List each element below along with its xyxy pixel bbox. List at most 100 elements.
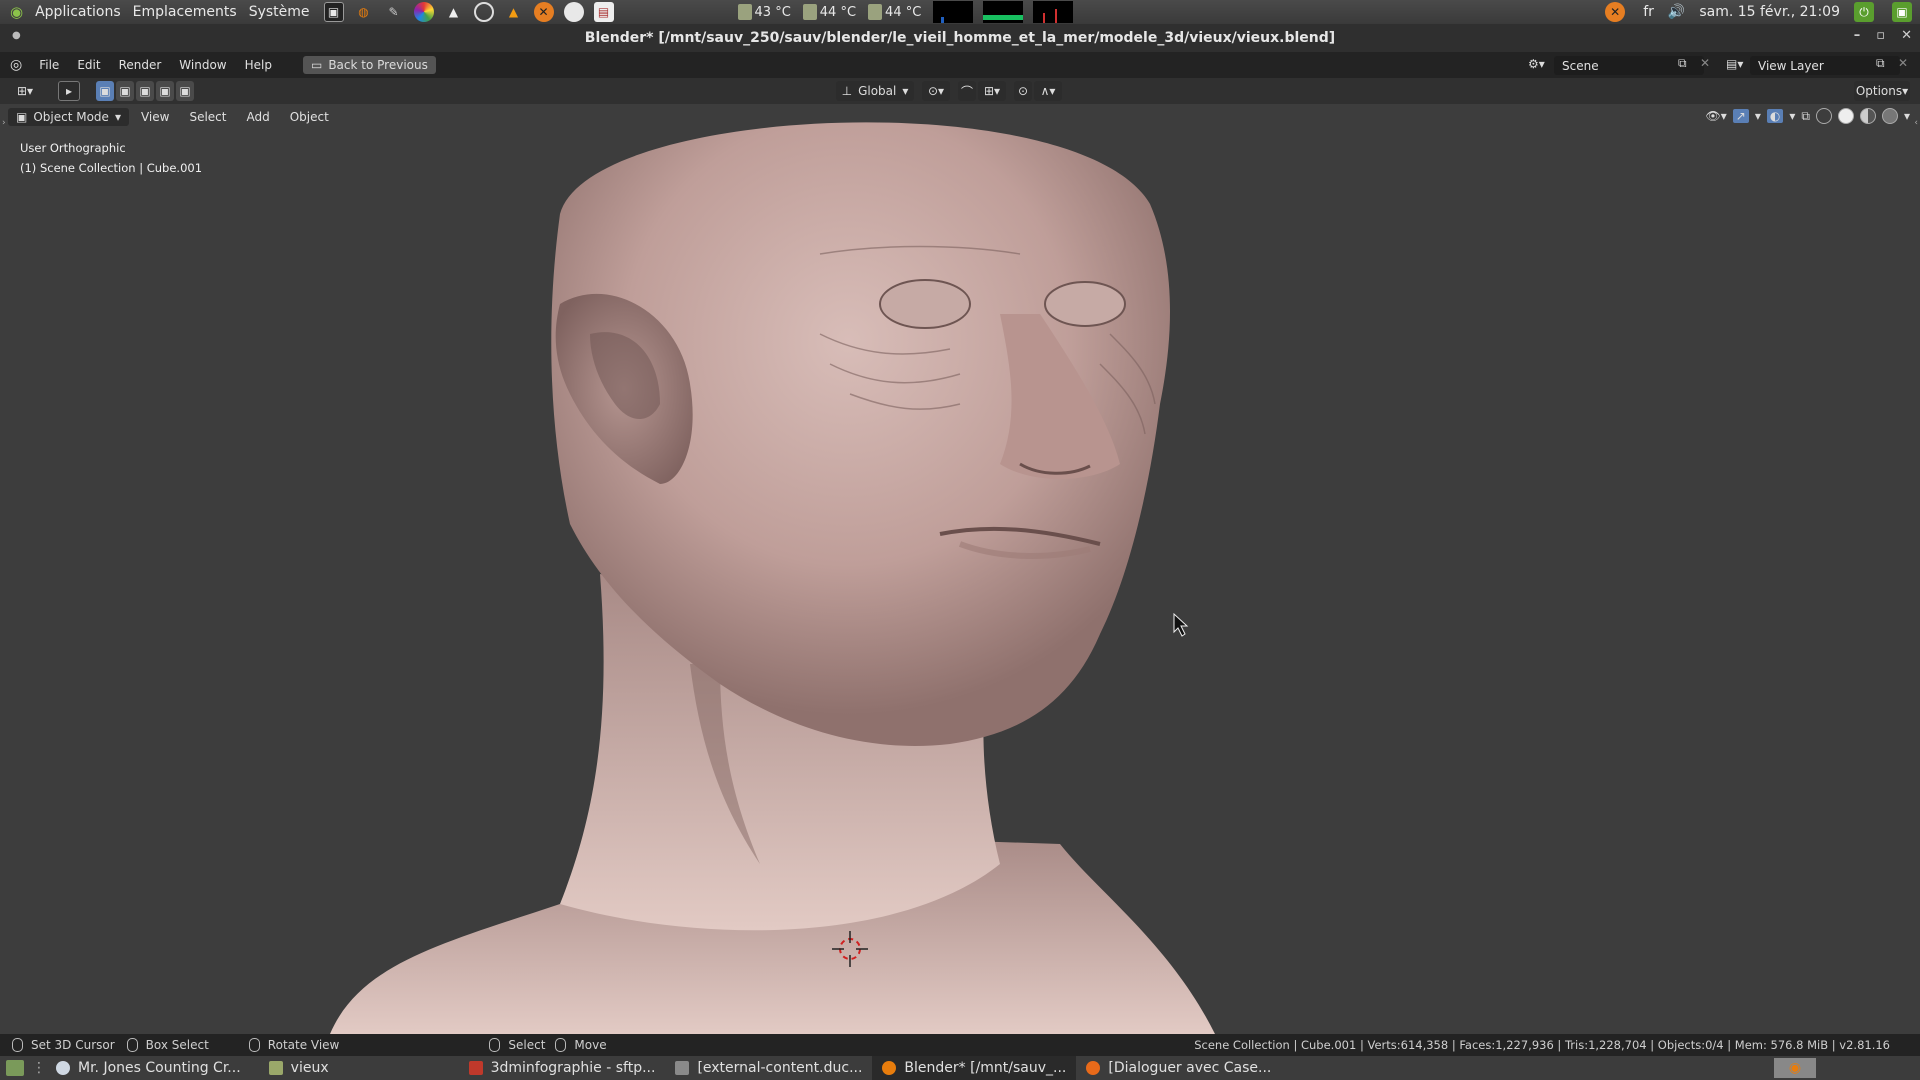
gizmo-toggle-icon[interactable]: ↗ [1732,109,1749,123]
task-music-player[interactable]: Mr. Jones Counting Cr... [46,1056,251,1080]
blender-logo-icon[interactable]: ◎ [10,57,22,73]
toolbar-expand-icon[interactable]: › [2,118,6,128]
material-shading-icon[interactable] [1859,108,1876,124]
proportional-edit-toggle[interactable]: ⊙ [1014,81,1032,101]
scene-statistics: Scene Collection | Cube.001 | Verts:614,… [1194,1038,1890,1052]
inkscape-launcher-icon[interactable]: ▲ [444,2,464,22]
menu-file[interactable]: File [30,58,68,72]
task-folder-vieux[interactable]: vieux [259,1056,339,1080]
notification-icon[interactable]: ✕ [1605,2,1626,22]
launcher-icons: ▣ ◍ ✎ ▲ ▲ ✕ ▤ [323,0,618,24]
menu-edit[interactable]: Edit [68,58,109,72]
window-title-bar[interactable]: ● Blender* [/mnt/sauv_250/sauv/blender/l… [0,24,1920,52]
hint-label: Select [508,1038,546,1052]
screen-icon: ▭ [310,58,323,72]
user-switch-icon[interactable]: ▣ [1892,2,1912,22]
back-to-previous-label: Back to Previous [328,58,428,72]
obs-launcher-icon[interactable] [473,2,494,22]
vlc-launcher-icon[interactable]: ▲ [504,2,524,22]
menu-select[interactable]: Select [181,108,234,126]
snap-toggle[interactable]: ⌒ [958,81,976,101]
editor-type-dropdown[interactable]: ⊞▾ [10,81,40,101]
select-tool-button[interactable]: ▸ [58,81,80,101]
solid-shading-icon[interactable] [1837,108,1854,124]
chip-icon [802,4,817,20]
mode-dropdown[interactable]: ▣ Object Mode ▾ [8,108,129,126]
gimp-launcher-icon[interactable]: ✎ [384,2,404,22]
blender-launcher-icon[interactable]: ◍ [354,2,374,22]
chip-icon [868,4,883,20]
task-label: Blender* [/mnt/sauv_... [904,1060,1067,1076]
globe-launcher-icon[interactable] [563,2,584,22]
mode-invert-button[interactable]: ▣ [156,81,174,101]
visibility-icon[interactable]: 👁▾ [1706,109,1727,123]
mode-new-button[interactable]: ▣ [96,81,114,101]
terminal-launcher-icon[interactable]: ▣ [323,2,344,22]
cpu-graph [933,1,974,23]
task-blender[interactable]: Blender* [/mnt/sauv_... [872,1056,1077,1080]
3d-viewport[interactable]: ▣ Object Mode ▾ View Select Add Object U… [0,104,1920,1034]
maximize-icon[interactable]: ▫ [1876,28,1885,43]
menu-object[interactable]: Object [282,108,337,126]
menu-help[interactable]: Help [236,58,281,72]
menu-view[interactable]: View [133,108,177,126]
view-layer-selector-icon[interactable]: ▤▾ [1726,57,1743,71]
task-label: 3dminfographie - sftp... [490,1060,656,1076]
menu-window[interactable]: Window [170,58,235,72]
task-filezilla[interactable]: 3dminfographie - sftp... [459,1056,666,1080]
show-desktop-icon[interactable] [6,1060,24,1076]
applications-menu-label[interactable]: Applications [29,4,127,20]
panel-tray: ✕ fr 🔊 sam. 15 févr., 21:09 ⏻ ▣ [1605,2,1920,22]
mode-extend-button[interactable]: ▣ [116,81,134,101]
rendered-shading-icon[interactable] [1881,108,1898,124]
close-icon[interactable]: ✕ [1901,28,1912,43]
taskbar-handle-icon[interactable]: ⋮ [32,1060,46,1076]
new-view-layer-icon[interactable]: ⧉ [1876,56,1885,71]
taskbar: ⋮ Mr. Jones Counting Cr... vieux 3dminfo… [0,1056,1920,1080]
minimize-icon[interactable]: – [1854,28,1861,43]
overlay-dropdown-icon[interactable]: ▾ [1789,109,1795,123]
hint-rotate-view: Rotate View [248,1038,340,1052]
hint-label: Rotate View [267,1038,340,1052]
new-scene-icon[interactable]: ⧉ [1678,56,1687,71]
mode-subtract-button[interactable]: ▣ [136,81,154,101]
keyboard-layout[interactable]: fr [1643,4,1654,20]
back-to-previous-button[interactable]: ▭ Back to Previous [302,56,436,74]
menu-add[interactable]: Add [238,108,277,126]
applications-menu[interactable]: ◉ Applications [10,0,127,24]
task-chat[interactable]: [Dialoguer avec Case... [1076,1056,1281,1080]
mode-intersect-button[interactable]: ▣ [176,81,194,101]
proportional-falloff-dropdown[interactable]: ∧▾ [1034,81,1062,101]
xray-toggle-icon[interactable]: ⧉ [1801,109,1810,124]
window-menu-icon[interactable]: ● [12,30,21,41]
blender-topbar: ◎ File Edit Render Window Help ▭ Back to… [0,52,1920,78]
menu-render[interactable]: Render [110,58,171,72]
mouse-right-icon [489,1038,501,1052]
color-launcher-icon[interactable] [413,2,434,22]
shading-dropdown-icon[interactable]: ▾ [1904,109,1910,123]
mouse-pointer-icon [1173,612,1189,637]
sidebar-expand-icon[interactable]: ‹ [1914,118,1918,128]
volume-icon[interactable]: 🔊 [1668,4,1685,20]
clock[interactable]: sam. 15 févr., 21:09 [1699,4,1840,20]
hint-label: Move [574,1038,607,1052]
places-menu[interactable]: Emplacements [127,4,243,20]
transform-orientation-dropdown[interactable]: ⊥ Global ▾ [836,81,914,101]
exit-icon[interactable]: ⏻ [1854,2,1874,22]
task-image-viewer[interactable]: [external-content.duc... [665,1056,872,1080]
snap-target-dropdown[interactable]: ⊞▾ [978,81,1006,101]
window-controls: – ▫ ✕ [1854,28,1912,43]
system-menu[interactable]: Système [243,4,316,20]
workspace-switcher[interactable]: ◉ [1774,1058,1816,1078]
close-circle-launcher-icon[interactable]: ✕ [533,2,554,22]
delete-view-layer-icon[interactable]: ✕ [1898,56,1908,70]
pivot-point-dropdown[interactable]: ⊙▾ [922,81,950,101]
scene-selector-icon[interactable]: ⚙▾ [1528,57,1545,71]
orientation-icon: ⊥ [841,84,853,98]
delete-scene-icon[interactable]: ✕ [1700,56,1710,70]
overlay-toggle-icon[interactable]: ◐ [1766,109,1784,123]
document-launcher-icon[interactable]: ▤ [593,2,614,22]
wireframe-shading-icon[interactable] [1815,108,1832,124]
options-dropdown[interactable]: Options ▾ [1854,81,1910,101]
gizmo-dropdown-icon[interactable]: ▾ [1755,109,1761,123]
